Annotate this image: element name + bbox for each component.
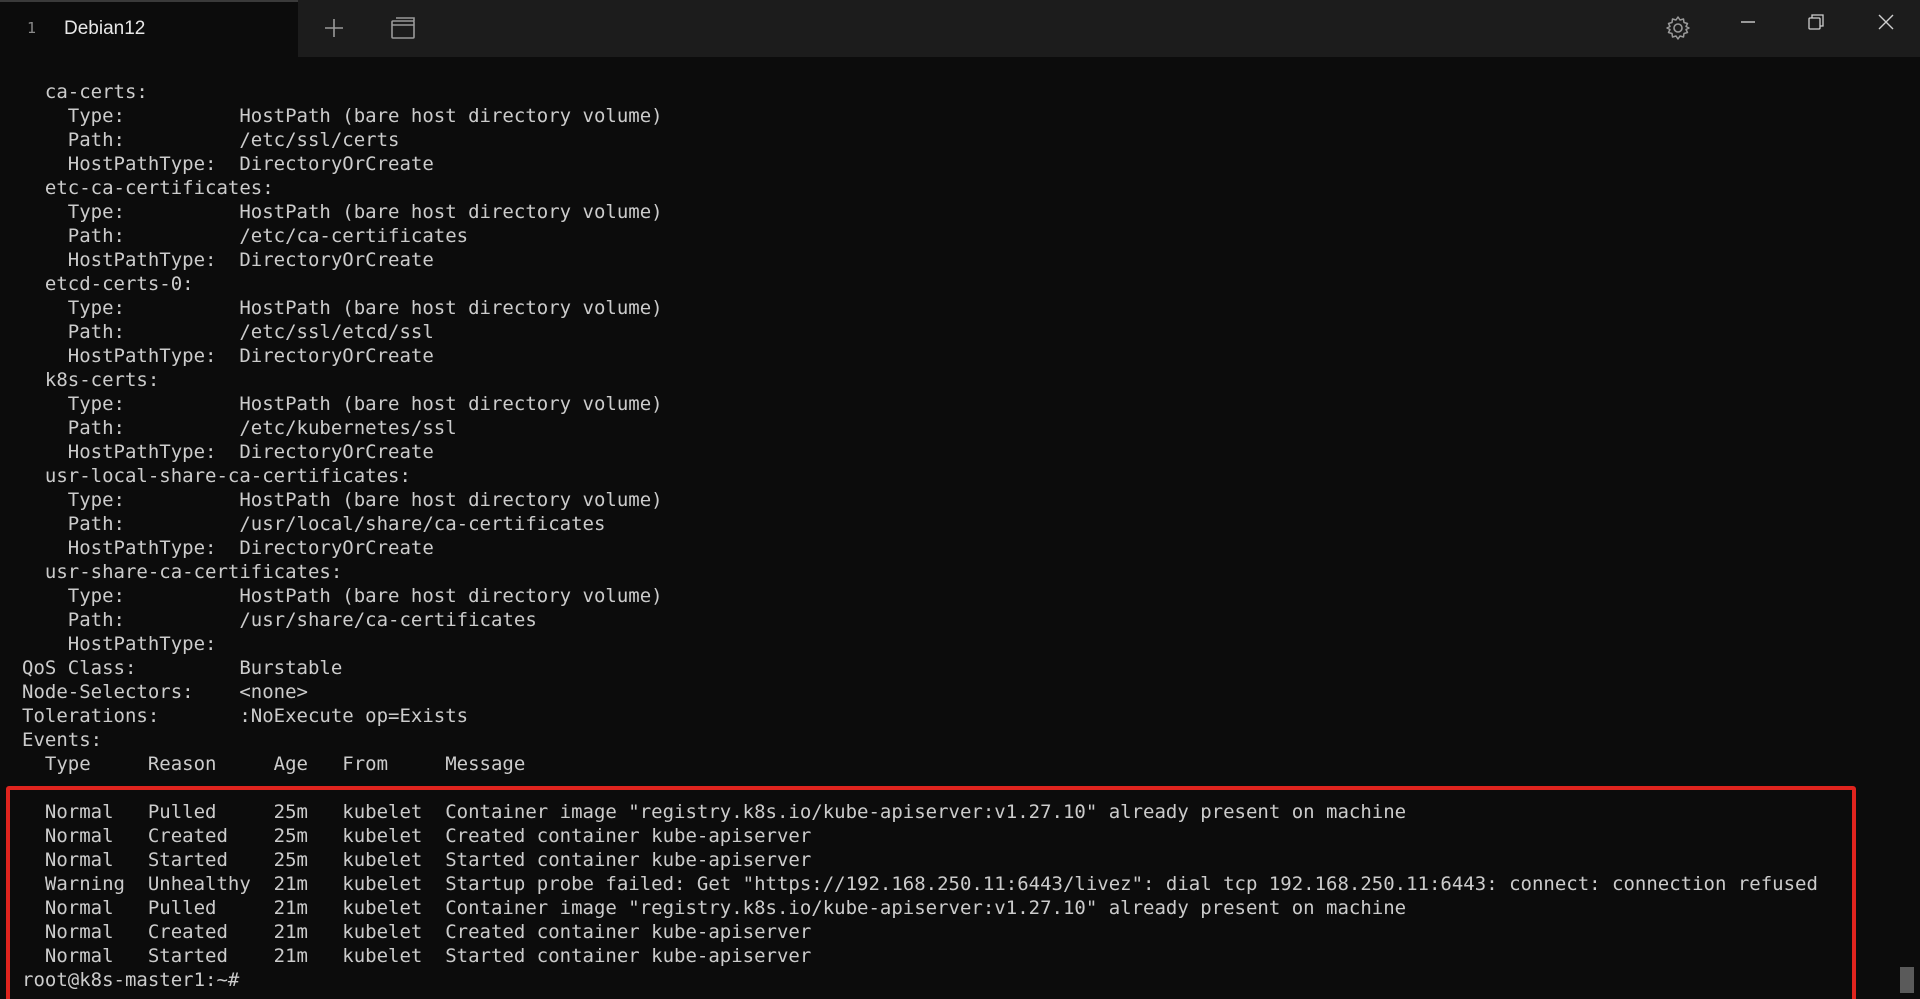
tab-dropdown-button[interactable]: [383, 8, 423, 48]
terminal-line: etc-ca-certificates:: [22, 177, 274, 199]
terminal-line: HostPathType: DirectoryOrCreate: [22, 441, 434, 463]
new-tab-button[interactable]: [314, 8, 354, 48]
terminal-line: Tolerations: :NoExecute op=Exists: [22, 705, 469, 727]
tab-debian12[interactable]: 1 Debian12: [0, 0, 298, 57]
minimize-button[interactable]: [1714, 0, 1782, 48]
terminal-line: QoS Class: Burstable: [22, 657, 343, 679]
terminal-line: Type: HostPath (bare host directory volu…: [22, 201, 663, 223]
scrollbar-thumb[interactable]: [1900, 967, 1914, 993]
terminal-line: Path: /usr/share/ca-certificates: [22, 609, 537, 631]
terminal-line: Node-Selectors: <none>: [22, 681, 308, 703]
terminal-line: HostPathType: DirectoryOrCreate: [22, 537, 434, 559]
terminal-line: Type Reason Age From Message: [22, 753, 526, 775]
terminal-line: HostPathType:: [22, 633, 217, 655]
restore-button[interactable]: [1782, 0, 1850, 48]
window-layout-icon: [389, 16, 417, 40]
terminal-line: Type: HostPath (bare host directory volu…: [22, 585, 663, 607]
terminal-line: Path: /etc/ssl/certs: [22, 129, 400, 151]
terminal-line: HostPathType: DirectoryOrCreate: [22, 153, 434, 175]
restore-icon: [1807, 13, 1825, 35]
gear-icon: [1665, 15, 1691, 41]
terminal-line: Type: HostPath (bare host directory volu…: [22, 105, 663, 127]
terminal-line: HostPathType: DirectoryOrCreate: [22, 345, 434, 367]
close-button[interactable]: [1852, 0, 1920, 48]
tab-title: Debian12: [64, 18, 146, 39]
title-bar: 1 Debian12: [0, 0, 1920, 57]
terminal-line: k8s-certs:: [22, 369, 160, 391]
close-icon: [1877, 13, 1895, 35]
terminal-line: ca-certs:: [22, 81, 148, 103]
terminal-line: Path: /usr/local/share/ca-certificates: [22, 513, 606, 535]
settings-button[interactable]: [1658, 8, 1698, 48]
tab-index: 1: [27, 19, 37, 37]
terminal-output[interactable]: ca-certs: Type: HostPath (bare host dire…: [0, 57, 1880, 999]
terminal-line: HostPathType: DirectoryOrCreate: [22, 249, 434, 271]
terminal-line: Type: HostPath (bare host directory volu…: [22, 297, 663, 319]
terminal-line: Path: /etc/kubernetes/ssl: [22, 417, 457, 439]
terminal-line: Type: HostPath (bare host directory volu…: [22, 393, 663, 415]
terminal-line: Path: /etc/ssl/etcd/ssl: [22, 321, 434, 343]
minimize-icon: [1739, 13, 1757, 35]
terminal-line: usr-share-ca-certificates:: [22, 561, 343, 583]
terminal-line: Events:: [22, 729, 103, 751]
vertical-scrollbar[interactable]: [1900, 57, 1914, 999]
events-highlight-box: [6, 786, 1856, 999]
terminal-line: etcd-certs-0:: [22, 273, 194, 295]
terminal-line: Type: HostPath (bare host directory volu…: [22, 489, 663, 511]
terminal-line: usr-local-share-ca-certificates:: [22, 465, 411, 487]
terminal-line: Path: /etc/ca-certificates: [22, 225, 469, 247]
plus-icon: [322, 16, 346, 40]
